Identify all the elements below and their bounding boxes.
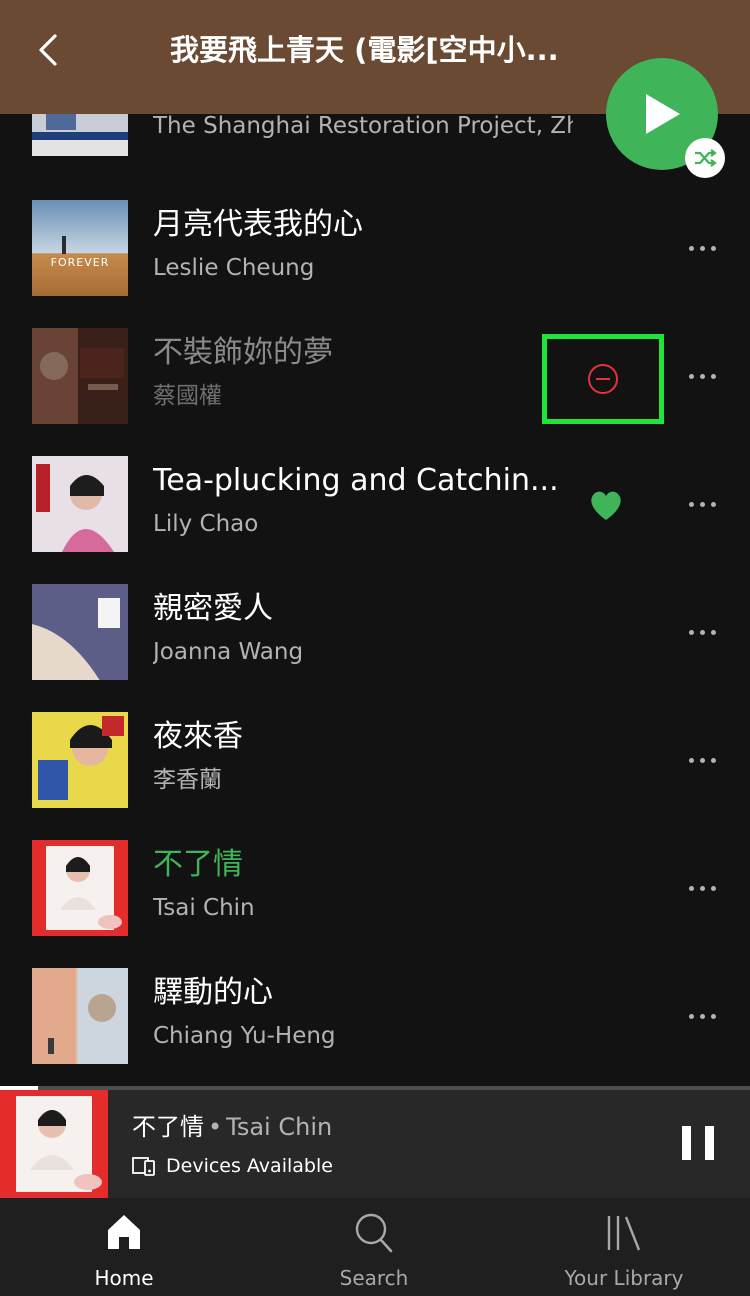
remove-circle-icon xyxy=(588,364,618,394)
now-playing-info: 不了情 • Tsai Chin xyxy=(132,1110,332,1144)
hide-song-button[interactable] xyxy=(542,334,664,424)
track-artist: The Shanghai Restoration Project, Zhang xyxy=(153,114,573,139)
track-list: The Shanghai Restoration Project, Zhang … xyxy=(0,114,750,1086)
devices-icon xyxy=(132,1157,155,1176)
library-icon xyxy=(607,1216,641,1251)
track-row[interactable]: FOREVER 月亮代表我的心 Leslie Cheung xyxy=(0,200,750,328)
more-options-button[interactable] xyxy=(680,484,724,524)
more-options-button[interactable] xyxy=(680,612,724,652)
progress-bar xyxy=(0,1086,750,1090)
chevron-left-icon xyxy=(39,34,57,66)
now-playing-artist: Tsai Chin xyxy=(226,1113,333,1141)
album-cover xyxy=(32,328,128,424)
track-title: 月亮代表我的心 xyxy=(153,207,363,242)
more-options-button[interactable] xyxy=(680,868,724,908)
track-title: 親密愛人 xyxy=(153,591,273,626)
home-icon xyxy=(108,1215,140,1249)
album-cover xyxy=(32,840,128,936)
mini-player[interactable]: 不了情 • Tsai Chin Devices Available xyxy=(0,1086,750,1198)
heart-icon[interactable] xyxy=(588,488,624,522)
page-title: 我要飛上青天 (電影[空中小... xyxy=(170,33,559,67)
now-playing-cover xyxy=(0,1090,108,1198)
devices-button[interactable]: Devices Available xyxy=(132,1152,333,1180)
album-cover xyxy=(32,712,128,808)
album-cover xyxy=(32,584,128,680)
separator: • xyxy=(208,1113,223,1141)
track-title: 夜來香 xyxy=(153,719,243,754)
bottom-tab-bar: Home Search Your Library xyxy=(0,1198,750,1296)
shuffle-icon xyxy=(695,149,717,167)
more-options-button[interactable] xyxy=(680,228,724,268)
track-title: 驛動的心 xyxy=(153,975,273,1010)
tab-home-label: Home xyxy=(94,1266,154,1290)
track-artist: 李香蘭 xyxy=(153,767,222,793)
track-row[interactable]: Tea-plucking and Catchin... Lily Chao xyxy=(0,456,750,584)
play-icon xyxy=(646,94,680,134)
track-row[interactable]: 夜來香 李香蘭 xyxy=(0,712,750,840)
more-options-button[interactable] xyxy=(680,356,724,396)
back-button[interactable] xyxy=(28,28,68,72)
tab-search[interactable]: Search xyxy=(284,1198,464,1296)
tab-library-label: Your Library xyxy=(564,1266,684,1290)
pause-button[interactable] xyxy=(682,1126,714,1160)
track-title: 不裝飾妳的夢 xyxy=(153,335,333,370)
track-artist: Leslie Cheung xyxy=(153,255,315,281)
track-row[interactable]: 不了情 Tsai Chin xyxy=(0,840,750,968)
tab-home[interactable]: Home xyxy=(34,1198,214,1296)
shuffle-indicator xyxy=(685,138,725,178)
now-playing-title: 不了情 xyxy=(132,1113,204,1141)
album-cover-text: FOREVER xyxy=(50,256,110,269)
track-row[interactable]: 驛動的心 Chiang Yu-Heng xyxy=(0,968,750,1086)
track-artist: Joanna Wang xyxy=(153,639,304,665)
track-row[interactable]: 不裝飾妳的夢 蔡國權 xyxy=(0,328,750,456)
more-options-button[interactable] xyxy=(680,996,724,1036)
track-artist: Tsai Chin xyxy=(153,895,255,921)
track-artist: Lily Chao xyxy=(153,511,259,537)
pause-icon xyxy=(682,1126,691,1160)
track-artist: Chiang Yu-Heng xyxy=(153,1023,336,1049)
search-icon xyxy=(355,1213,393,1253)
track-artist: 蔡國權 xyxy=(153,383,222,409)
track-title: Tea-plucking and Catchin... xyxy=(153,463,559,498)
more-options-button[interactable] xyxy=(680,740,724,780)
album-cover: FOREVER xyxy=(32,200,128,296)
album-cover xyxy=(32,114,128,156)
album-cover xyxy=(32,456,128,552)
album-cover xyxy=(32,968,128,1064)
track-title: 不了情 xyxy=(153,847,243,882)
track-row[interactable]: 親密愛人 Joanna Wang xyxy=(0,584,750,712)
tab-library[interactable]: Your Library xyxy=(534,1198,714,1296)
devices-label: Devices Available xyxy=(166,1155,333,1177)
tab-search-label: Search xyxy=(339,1266,409,1290)
